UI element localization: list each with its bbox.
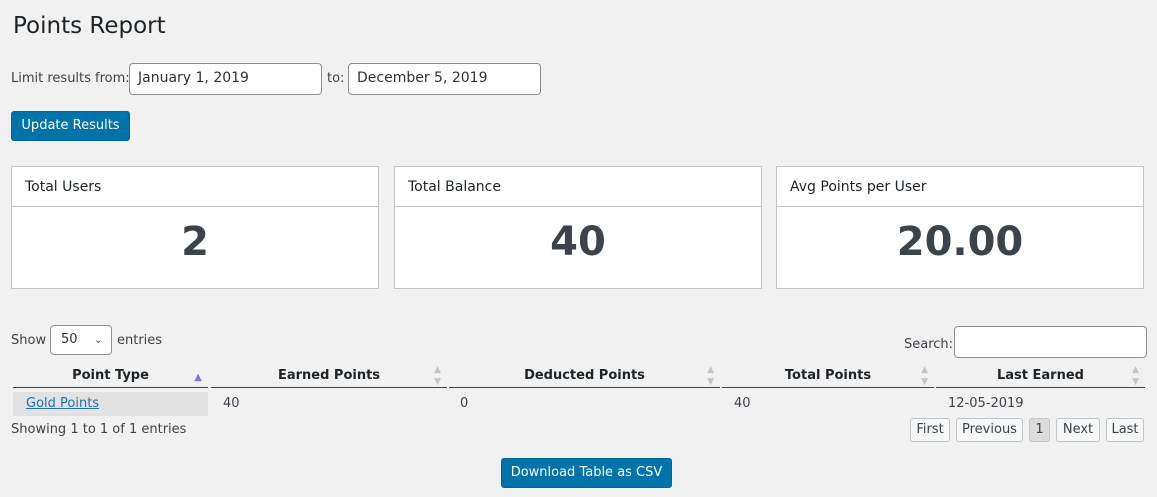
pagination-next-button[interactable]: Next	[1056, 418, 1100, 442]
pagination-previous-button[interactable]: Previous	[956, 418, 1023, 442]
sort-icon: ▲ ▼	[707, 365, 714, 387]
from-label: Limit results from:	[11, 71, 130, 86]
column-header-label: Total Points	[784, 368, 872, 383]
table-info: Showing 1 to 1 of 1 entries	[11, 422, 187, 437]
point-type-link[interactable]: Gold Points	[26, 396, 99, 411]
show-label: Show	[11, 333, 47, 348]
stat-title: Avg Points per User	[777, 167, 1143, 207]
stat-title: Total Users	[12, 167, 378, 207]
sort-ascending-icon: ▲	[194, 372, 202, 383]
sort-icon: ▲ ▼	[1132, 365, 1139, 387]
entries-select[interactable]: 50 ⌄	[50, 325, 112, 355]
column-header-deducted-points[interactable]: Deducted Points ▲ ▼	[449, 364, 720, 388]
table-cell-point-type: Gold Points	[13, 392, 208, 416]
entries-value: 50	[61, 332, 78, 347]
from-date-input[interactable]: January 1, 2019	[129, 63, 322, 95]
stat-value: 2	[181, 219, 209, 265]
table-cell-deducted: 0	[460, 396, 469, 411]
column-header-label: Earned Points	[277, 368, 381, 383]
column-header-label: Point Type	[72, 368, 149, 383]
column-header-earned-points[interactable]: Earned Points ▲ ▼	[211, 364, 447, 388]
stat-card-total-balance: Total Balance 40	[394, 166, 762, 289]
entries-label: entries	[117, 333, 163, 348]
table-cell-total: 40	[734, 396, 751, 411]
search-input[interactable]	[954, 326, 1147, 358]
to-date-input[interactable]: December 5, 2019	[348, 63, 541, 95]
search-label: Search:	[904, 337, 954, 352]
sort-icon: ▲ ▼	[921, 365, 928, 387]
table-cell-earned: 40	[223, 396, 240, 411]
column-header-last-earned[interactable]: Last Earned ▲ ▼	[936, 364, 1145, 388]
stat-card-total-users: Total Users 2	[11, 166, 379, 289]
column-header-point-type[interactable]: Point Type ▲	[13, 364, 208, 388]
column-header-label: Deducted Points	[524, 368, 645, 383]
pagination-last-button[interactable]: Last	[1106, 418, 1144, 442]
to-label: to:	[327, 71, 345, 86]
stat-card-avg-points: Avg Points per User 20.00	[776, 166, 1144, 289]
stat-value: 20.00	[896, 219, 1024, 265]
stat-title: Total Balance	[395, 167, 761, 207]
column-header-total-points[interactable]: Total Points ▲ ▼	[722, 364, 934, 388]
pagination-first-button[interactable]: First	[910, 418, 950, 442]
page-title: Points Report	[13, 13, 166, 39]
chevron-down-icon: ⌄	[93, 333, 103, 346]
stat-value: 40	[550, 219, 606, 265]
pagination-page-1-button[interactable]: 1	[1029, 418, 1050, 442]
download-csv-button[interactable]: Download Table as CSV	[501, 458, 672, 488]
sort-icon: ▲ ▼	[434, 365, 441, 387]
table-cell-last-earned: 12-05-2019	[948, 396, 1024, 411]
column-header-label: Last Earned	[997, 368, 1084, 383]
update-results-button[interactable]: Update Results	[11, 111, 130, 141]
